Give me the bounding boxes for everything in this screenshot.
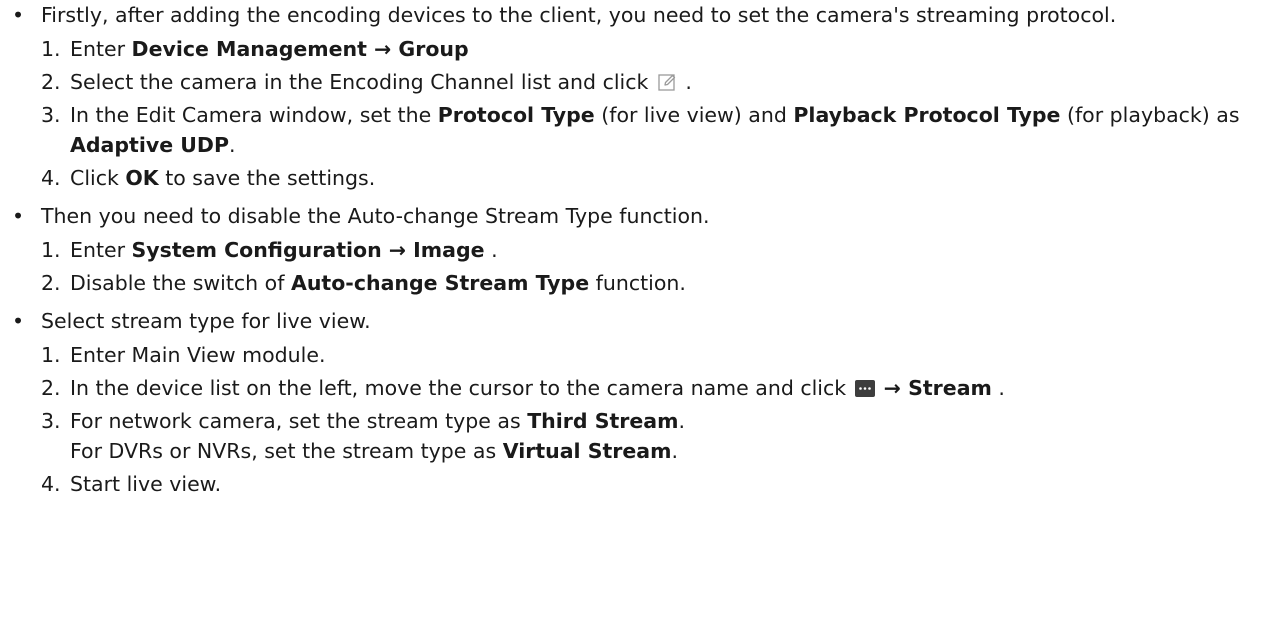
bullet-dot: • <box>12 3 25 27</box>
setting-value: Third Stream <box>527 409 679 433</box>
step-number: 4. <box>41 166 61 190</box>
step-item: 4. Click OK to save the settings. <box>41 163 1273 193</box>
bullet-item: • Select stream type for live view. 1. E… <box>0 306 1285 499</box>
step-list: 1. Enter Device Management → Group 2. Se… <box>41 34 1273 193</box>
step-text: Enter <box>70 37 132 61</box>
menu-path: System Configuration → Image <box>131 238 485 262</box>
setting-name: Protocol Type <box>437 103 595 127</box>
step-text: Enter Main View module. <box>70 343 326 367</box>
step-text: For network camera, set the stream type … <box>70 409 528 433</box>
setting-name: Auto-change Stream Type <box>290 271 590 295</box>
step-number: 2. <box>41 70 61 94</box>
step-number: 3. <box>41 409 61 433</box>
step-text: . <box>671 439 679 463</box>
step-text: In the device list on the left, move the… <box>70 376 853 400</box>
menu-path: → Stream <box>876 376 992 400</box>
bullet-item: • Then you need to disable the Auto-chan… <box>0 201 1285 298</box>
step-item: 3. In the Edit Camera window, set the Pr… <box>41 100 1273 160</box>
bullet-text: Select stream type for live view. <box>41 309 371 333</box>
step-list: 1. Enter System Configuration → Image . … <box>41 235 1273 298</box>
step-number: 1. <box>41 37 61 61</box>
step-text: . <box>991 376 1005 400</box>
setting-value: Virtual Stream <box>502 439 672 463</box>
step-item: 2. Disable the switch of Auto-change Str… <box>41 268 1273 298</box>
bullet-item: • Firstly, after adding the encoding dev… <box>0 0 1285 193</box>
step-text: In the Edit Camera window, set the <box>70 103 438 127</box>
menu-path: Device Management → Group <box>131 37 469 61</box>
step-item: 2. In the device list on the left, move … <box>41 373 1273 403</box>
step-line: For network camera, set the stream type … <box>70 406 1273 436</box>
step-item: 1. Enter System Configuration → Image . <box>41 235 1273 265</box>
more-icon <box>854 380 875 397</box>
step-list: 1. Enter Main View module. 2. In the dev… <box>41 340 1273 499</box>
step-text: (for live view) and <box>594 103 794 127</box>
step-number: 2. <box>41 376 61 400</box>
step-text: Enter <box>70 238 132 262</box>
step-text: . <box>678 409 686 433</box>
bullet-text: Firstly, after adding the encoding devic… <box>41 3 1117 27</box>
step-item: 2. Select the camera in the Encoding Cha… <box>41 67 1273 97</box>
step-text: Disable the switch of <box>70 271 291 295</box>
step-text: Start live view. <box>70 472 222 496</box>
step-item: 1. Enter Main View module. <box>41 340 1273 370</box>
setting-value: Adaptive UDP <box>70 133 229 157</box>
bullet-text: Then you need to disable the Auto-change… <box>41 204 710 228</box>
step-number: 1. <box>41 238 61 262</box>
step-item: 4. Start live view. <box>41 469 1273 499</box>
step-text: . <box>484 238 498 262</box>
step-text: function. <box>589 271 686 295</box>
step-item: 1. Enter Device Management → Group <box>41 34 1273 64</box>
step-item: 3. For network camera, set the stream ty… <box>41 406 1273 466</box>
step-text: (for playback) as <box>1060 103 1240 127</box>
step-number: 1. <box>41 343 61 367</box>
document: • Firstly, after adding the encoding dev… <box>0 0 1285 499</box>
step-line: For DVRs or NVRs, set the stream type as… <box>70 436 1273 466</box>
step-text: For DVRs or NVRs, set the stream type as <box>70 439 503 463</box>
setting-name: Playback Protocol Type <box>793 103 1061 127</box>
step-text: . <box>678 70 692 94</box>
bullet-dot: • <box>12 204 25 228</box>
step-number: 3. <box>41 103 61 127</box>
step-text: Click <box>70 166 126 190</box>
step-number: 4. <box>41 472 61 496</box>
step-text: Select the camera in the Encoding Channe… <box>70 70 655 94</box>
bullet-dot: • <box>12 309 25 333</box>
step-number: 2. <box>41 271 61 295</box>
edit-icon <box>657 72 677 92</box>
button-name: OK <box>125 166 159 190</box>
step-text: . <box>228 133 236 157</box>
step-text: to save the settings. <box>158 166 376 190</box>
